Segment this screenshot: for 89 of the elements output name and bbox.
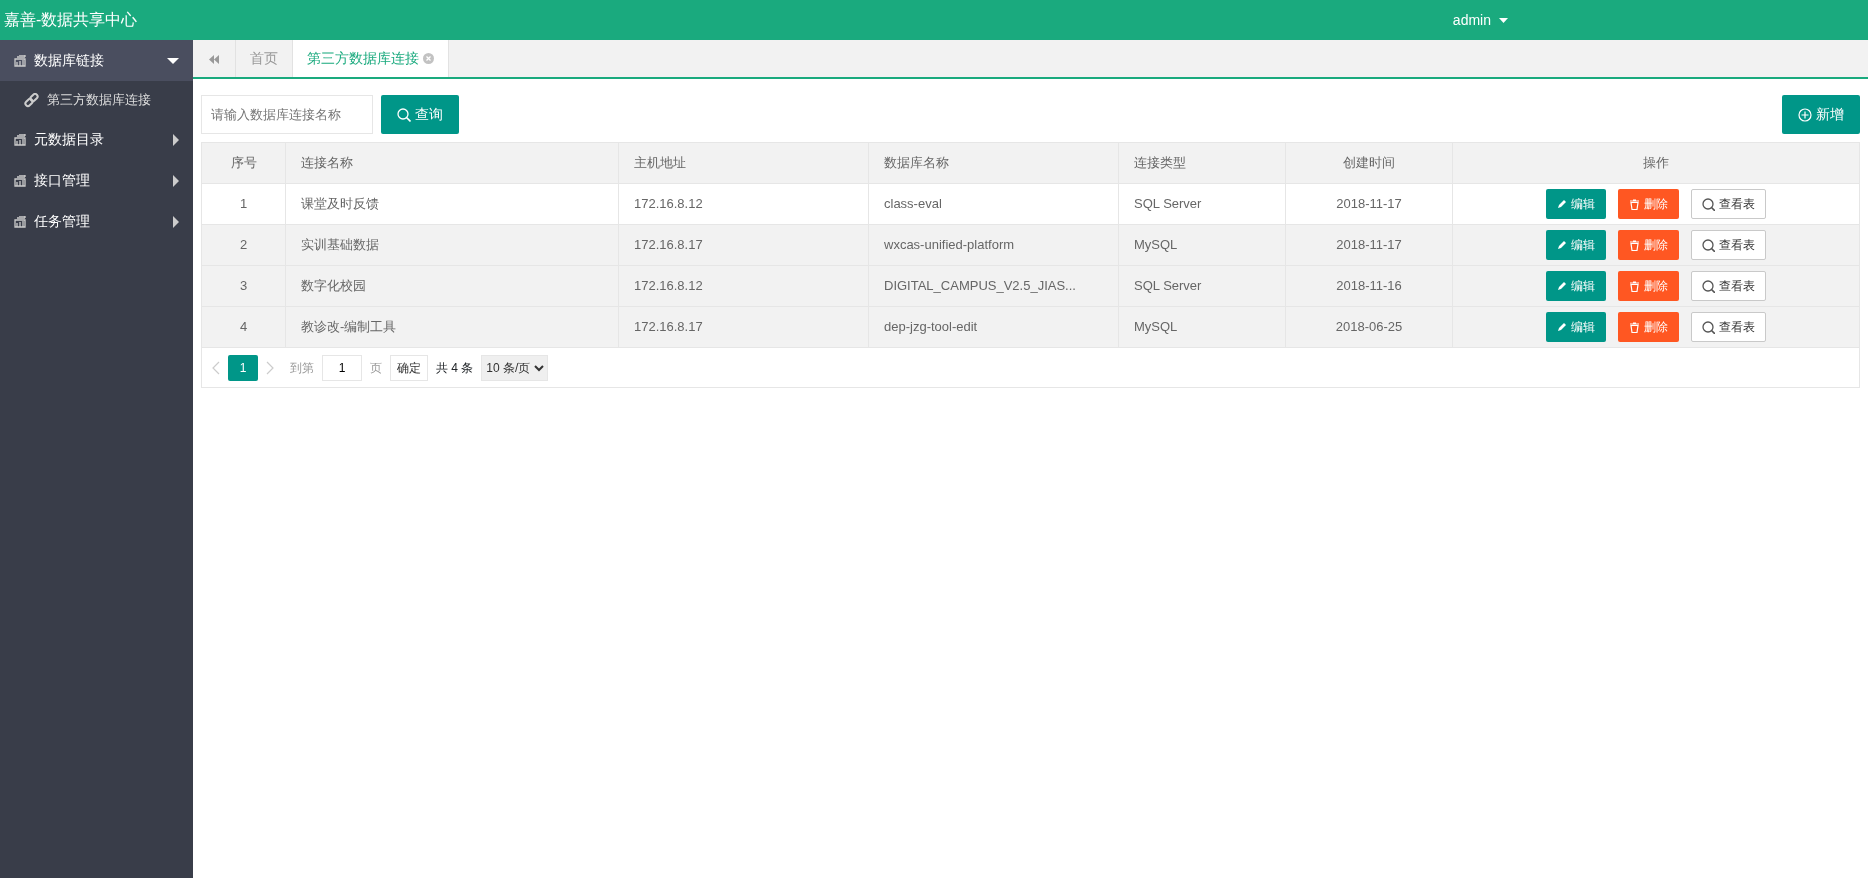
table-cell: dep-jzg-tool-edit [868, 306, 1119, 348]
table-cell: 2018-11-16 [1285, 265, 1453, 307]
search-icon [1702, 320, 1715, 334]
table-cell: SQL Server [1118, 183, 1286, 225]
sidebar-item[interactable]: 接口管理 [0, 160, 193, 201]
close-icon [423, 53, 434, 64]
edit-button[interactable]: 编辑 [1546, 271, 1606, 301]
sidebar-item[interactable]: 元数据目录 [0, 119, 193, 160]
caret-down-icon [167, 57, 179, 64]
table-cell: 2018-06-25 [1285, 306, 1453, 348]
search-button[interactable]: 查询 [381, 95, 459, 134]
database-icon [14, 54, 26, 67]
pencil-icon [1557, 240, 1567, 250]
table-cell: 4 [201, 306, 286, 348]
caret-right-icon [173, 215, 179, 228]
goto-label: 到第 [290, 359, 314, 377]
search-icon [1702, 238, 1715, 252]
tab[interactable]: 第三方数据库连接 [293, 40, 449, 77]
table-cell: 172.16.8.12 [618, 265, 869, 307]
table-cell: 172.16.8.17 [618, 306, 869, 348]
table-cell: 课堂及时反馈 [285, 183, 619, 225]
pencil-icon [1557, 199, 1567, 209]
caret-right-icon [173, 174, 179, 187]
add-button[interactable]: 新增 [1782, 95, 1860, 134]
table-cell: 2018-11-17 [1285, 224, 1453, 266]
edit-button[interactable]: 编辑 [1546, 189, 1606, 219]
view-table-button[interactable]: 查看表 [1691, 312, 1766, 342]
view-table-button[interactable]: 查看表 [1691, 271, 1766, 301]
table-cell: 3 [201, 265, 286, 307]
delete-button[interactable]: 删除 [1618, 189, 1679, 219]
column-header: 主机地址 [618, 142, 869, 184]
table-cell: MySQL [1118, 224, 1286, 266]
edit-button[interactable]: 编辑 [1546, 230, 1606, 260]
column-header: 操作 [1452, 142, 1860, 184]
table-cell: 1 [201, 183, 286, 225]
database-icon [14, 174, 26, 187]
column-header: 序号 [201, 142, 286, 184]
chevron-left-icon [212, 360, 220, 375]
table-cell: 数字化校园 [285, 265, 619, 307]
column-header: 连接类型 [1118, 142, 1286, 184]
table-cell: 2 [201, 224, 286, 266]
sidebar-item[interactable]: 数据库链接 [0, 40, 193, 81]
pencil-icon [1557, 281, 1567, 291]
table-cell: 172.16.8.17 [618, 224, 869, 266]
trash-icon [1629, 280, 1640, 292]
sidebar-subitem[interactable]: 第三方数据库连接 [0, 81, 193, 119]
view-table-button[interactable]: 查看表 [1691, 189, 1766, 219]
sidebar-item[interactable]: 任务管理 [0, 201, 193, 242]
table-cell: 实训基础数据 [285, 224, 619, 266]
table-cell: 2018-11-17 [1285, 183, 1453, 225]
table-cell: 172.16.8.12 [618, 183, 869, 225]
caret-icon [1499, 17, 1508, 23]
database-icon [14, 133, 26, 146]
column-header: 创建时间 [1285, 142, 1453, 184]
search-field[interactable]: 请输入数据库连接名称 [201, 95, 373, 134]
chevron-right-icon [266, 360, 274, 375]
table-cell: wxcas-unified-platform [868, 224, 1119, 266]
table-cell: DIGITAL_CAMPUS_V2.5_JIAS... [868, 265, 1119, 307]
trash-icon [1629, 321, 1640, 333]
trash-icon [1629, 198, 1640, 210]
delete-button[interactable]: 删除 [1618, 271, 1679, 301]
caret-right-icon [173, 133, 179, 146]
edit-button[interactable]: 编辑 [1546, 312, 1606, 342]
link-icon [24, 92, 39, 108]
page-number-field[interactable]: 1 [322, 354, 362, 381]
search-icon [397, 107, 411, 122]
page-button[interactable]: 1 [228, 354, 258, 381]
table-cell: 教诊改-编制工具 [285, 306, 619, 348]
pencil-icon [1557, 322, 1567, 332]
table-cell: SQL Server [1118, 265, 1286, 307]
table-cell: MySQL [1118, 306, 1286, 348]
confirm-button[interactable]: 确定 [390, 354, 428, 381]
table-cell: class-eval [868, 183, 1119, 225]
user-menu[interactable]: admin [1452, 9, 1508, 31]
column-header: 连接名称 [285, 142, 619, 184]
column-header: 数据库名称 [868, 142, 1119, 184]
database-icon [14, 215, 26, 228]
trash-icon [1629, 239, 1640, 251]
search-icon [1702, 279, 1715, 293]
double-arrow-left-icon [209, 54, 219, 64]
page-unit-label: 页 [370, 359, 382, 377]
total-count: 共 4 条 [436, 359, 474, 377]
delete-button[interactable]: 删除 [1618, 230, 1679, 260]
view-table-button[interactable]: 查看表 [1691, 230, 1766, 260]
plus-circle-icon [1798, 107, 1812, 122]
page-size-select[interactable]: 10 条/页 [481, 354, 549, 381]
app-title: 嘉善-数据共享中心 [3, 10, 138, 30]
delete-button[interactable]: 删除 [1618, 312, 1679, 342]
search-icon [1702, 197, 1715, 211]
